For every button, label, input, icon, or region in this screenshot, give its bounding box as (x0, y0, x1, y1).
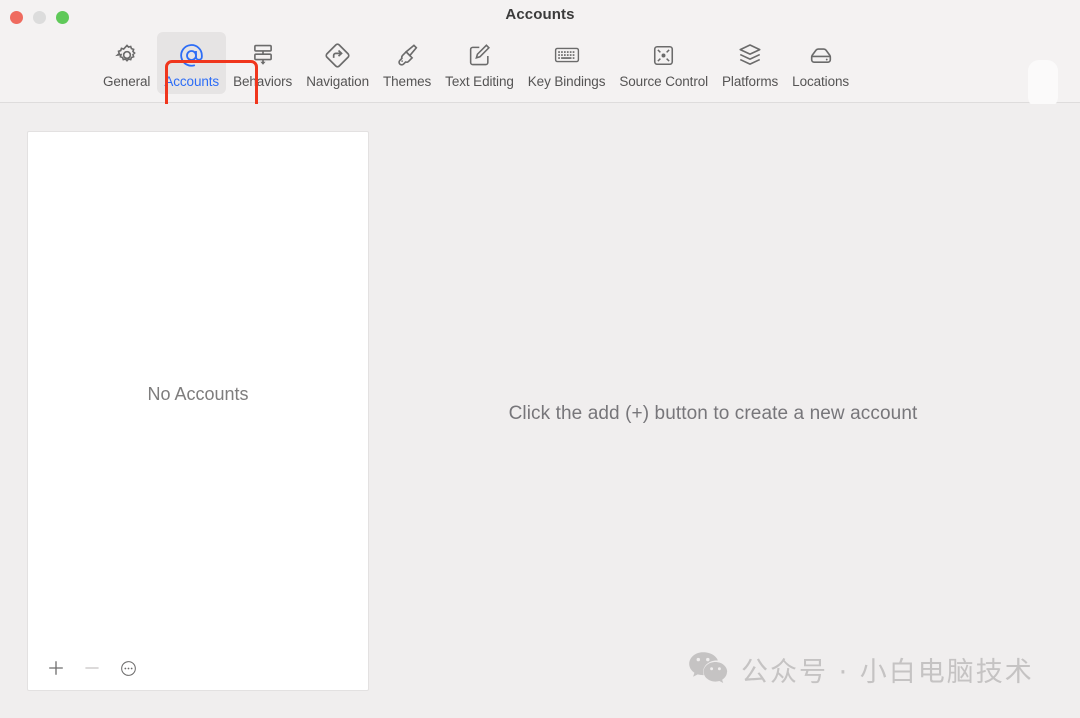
window-title: Accounts (505, 6, 575, 23)
at-sign-icon (173, 38, 211, 72)
keyboard-icon (548, 38, 586, 72)
accounts-list-toolbar (28, 646, 368, 690)
detail-empty-message: Click the add (+) button to create a new… (508, 403, 918, 424)
toolbar-tab-behaviors[interactable]: Behaviors (226, 32, 299, 94)
behaviors-icon (244, 38, 282, 72)
toolbar-tab-label: Accounts (164, 74, 220, 89)
toolbar-tab-general[interactable]: General (96, 32, 157, 94)
toolbar-tab-label: General (103, 74, 151, 89)
window-titlebar: Accounts (0, 0, 1080, 30)
account-detail-panel: Click the add (+) button to create a new… (370, 131, 1056, 691)
account-options-button[interactable] (111, 651, 145, 685)
toolbar-tab-label: Platforms (722, 74, 779, 89)
preferences-body: No Accounts Click the add (+) button to … (0, 104, 1080, 718)
platforms-icon (731, 38, 769, 72)
source-control-icon (645, 38, 683, 72)
gear-icon (108, 38, 146, 72)
toolbar-tab-platforms[interactable]: Platforms (715, 32, 785, 94)
accounts-empty-label: No Accounts (147, 383, 249, 404)
watermark: 公众号 · 小白电脑技术 (688, 650, 1034, 689)
preferences-toolbar: General Accounts Behaviors Navigation Th… (0, 30, 1080, 132)
toolbar-tab-label: Text Editing (445, 74, 514, 89)
toolbar-tab-label: Behaviors (233, 74, 293, 89)
text-editing-icon (460, 38, 498, 72)
toolbar-overflow-indicator (1028, 60, 1058, 108)
locations-icon (802, 38, 840, 72)
add-account-button[interactable] (39, 651, 73, 685)
paintbrush-icon (388, 38, 426, 72)
toolbar-tab-locations[interactable]: Locations (785, 32, 856, 94)
preferences-window: Accounts General Accounts Behaviors Navi… (0, 0, 1080, 718)
accounts-list-panel[interactable]: No Accounts (27, 131, 369, 691)
toolbar-tab-navigation[interactable]: Navigation (299, 32, 376, 94)
toolbar-tab-key-bindings[interactable]: Key Bindings (521, 32, 613, 94)
watermark-text: 公众号 · 小白电脑技术 (741, 657, 1034, 688)
toolbar-tab-text-editing[interactable]: Text Editing (438, 32, 521, 94)
toolbar-tab-source-control[interactable]: Source Control (612, 32, 715, 94)
toolbar-tab-label: Locations (792, 74, 850, 89)
navigation-icon (319, 38, 357, 72)
toolbar-tab-label: Source Control (619, 74, 709, 89)
remove-account-button[interactable] (75, 651, 109, 685)
toolbar-tab-themes[interactable]: Themes (376, 32, 438, 94)
toolbar-tab-label: Themes (383, 74, 432, 89)
toolbar-tab-label: Key Bindings (527, 74, 606, 89)
toolbar-tab-label: Navigation (306, 74, 369, 89)
wechat-icon (688, 650, 728, 689)
toolbar-tab-accounts[interactable]: Accounts (157, 32, 227, 94)
